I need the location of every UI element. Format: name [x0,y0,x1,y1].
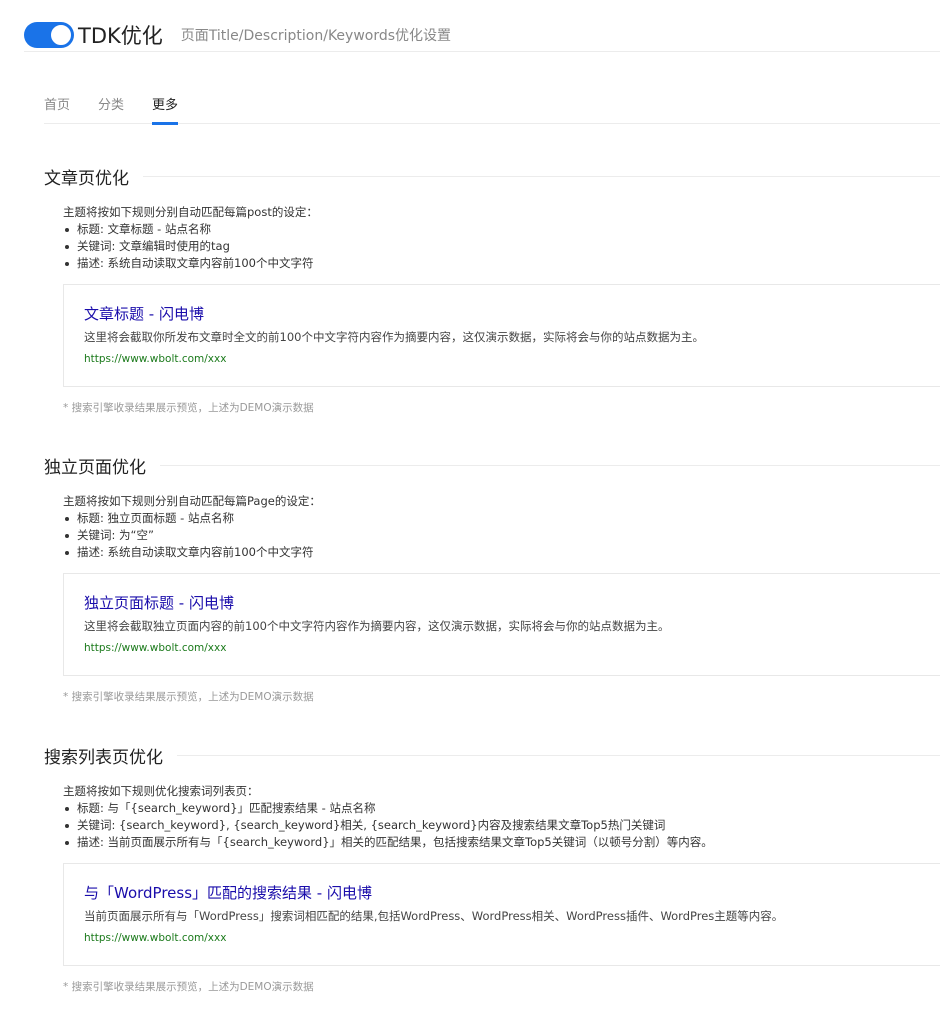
page-subtitle: 页面Title/Description/Keywords优化设置 [180,27,452,44]
rule-item: 标题: 文章标题 - 站点名称 [63,221,940,238]
rules-list: 标题: 文章标题 - 站点名称 关键词: 文章编辑时使用的tag 描述: 系统自… [63,221,940,272]
rule-item: 标题: 与「{search_keyword}」匹配搜索结果 - 站点名称 [63,800,940,817]
divider [160,464,940,466]
preview-title: 文章标题 - 闪电博 [84,305,204,323]
preview-title: 与「WordPress」匹配的搜索结果 - 闪电博 [84,884,372,902]
rules-intro: 主题将按如下规则分别自动匹配每篇Page的设定： [63,494,321,508]
preview-url: https://www.wbolt.com/xxx [84,932,227,944]
section-post-optimization: 文章页优化 主题将按如下规则分别自动匹配每篇post的设定： 标题: 文章标题 … [44,164,940,415]
tab-home[interactable]: 首页 [44,96,70,124]
preview-description: 这里将会截取你所发布文章时全文的前100个中文字符内容作为摘要内容，这仅演示数据… [84,330,704,344]
tdk-enable-toggle[interactable] [24,21,74,48]
tab-category[interactable]: 分类 [98,96,124,124]
section-title: 搜索列表页优化 [44,747,163,768]
divider [143,175,940,177]
section-title: 文章页优化 [44,168,129,189]
rule-item: 标题: 独立页面标题 - 站点名称 [63,510,940,527]
preview-description: 当前页面展示所有与「WordPress」搜索词相匹配的结果,包括WordPres… [84,909,784,923]
rule-item: 关键词: 为“空” [63,527,940,544]
section-header: 搜索列表页优化 [44,743,940,768]
preview-note: * 搜索引擎收录结果展示预览，上述为DEMO演示数据 [63,981,314,993]
tab-more[interactable]: 更多 [152,96,179,125]
rules-block: 主题将按如下规则分别自动匹配每篇Page的设定： 标题: 独立页面标题 - 站点… [63,493,940,561]
tdk-settings-page: TDK优化 页面Title/Description/Keywords优化设置 首… [0,0,940,1024]
page-title: TDK优化 [78,23,163,48]
preview-note: * 搜索引擎收录结果展示预览，上述为DEMO演示数据 [63,691,314,703]
preview-url: https://www.wbolt.com/xxx [84,642,227,654]
preview-description: 这里将会截取独立页面内容的前100个中文字符内容作为摘要内容，这仅演示数据，实际… [84,619,670,633]
section-page-optimization: 独立页面优化 主题将按如下规则分别自动匹配每篇Page的设定： 标题: 独立页面… [44,453,940,704]
rule-item: 关键词: {search_keyword}, {search_keyword}相… [63,817,940,834]
search-result-preview: 独立页面标题 - 闪电博 这里将会截取独立页面内容的前100个中文字符内容作为摘… [63,573,940,676]
section-search-optimization: 搜索列表页优化 主题将按如下规则优化搜索词列表页： 标题: 与「{search_… [44,743,940,994]
rules-block: 主题将按如下规则优化搜索词列表页： 标题: 与「{search_keyword}… [63,783,940,851]
page-header: TDK优化 页面Title/Description/Keywords优化设置 [24,18,940,52]
rules-intro: 主题将按如下规则优化搜索词列表页： [63,784,259,798]
rule-item: 描述: 系统自动读取文章内容前100个中文字符 [63,544,940,561]
rule-item: 关键词: 文章编辑时使用的tag [63,238,940,255]
rules-intro: 主题将按如下规则分别自动匹配每篇post的设定： [63,205,318,219]
section-header: 独立页面优化 [44,453,940,478]
rules-list: 标题: 独立页面标题 - 站点名称 关键词: 为“空” 描述: 系统自动读取文章… [63,510,940,561]
section-header: 文章页优化 [44,164,940,189]
preview-title: 独立页面标题 - 闪电博 [84,594,234,612]
rule-item: 描述: 当前页面展示所有与「{search_keyword}」相关的匹配结果，包… [63,834,940,851]
search-result-preview: 与「WordPress」匹配的搜索结果 - 闪电博 当前页面展示所有与「Word… [63,863,940,966]
preview-url: https://www.wbolt.com/xxx [84,353,227,365]
preview-note: * 搜索引擎收录结果展示预览，上述为DEMO演示数据 [63,402,314,414]
rule-item: 描述: 系统自动读取文章内容前100个中文字符 [63,255,940,272]
search-result-preview: 文章标题 - 闪电博 这里将会截取你所发布文章时全文的前100个中文字符内容作为… [63,284,940,387]
rules-block: 主题将按如下规则分别自动匹配每篇post的设定： 标题: 文章标题 - 站点名称… [63,204,940,272]
rules-list: 标题: 与「{search_keyword}」匹配搜索结果 - 站点名称 关键词… [63,800,940,851]
section-title: 独立页面优化 [44,457,146,478]
toggle-knob [50,23,72,46]
divider [177,754,940,756]
tab-bar: 首页 分类 更多 [44,96,940,125]
